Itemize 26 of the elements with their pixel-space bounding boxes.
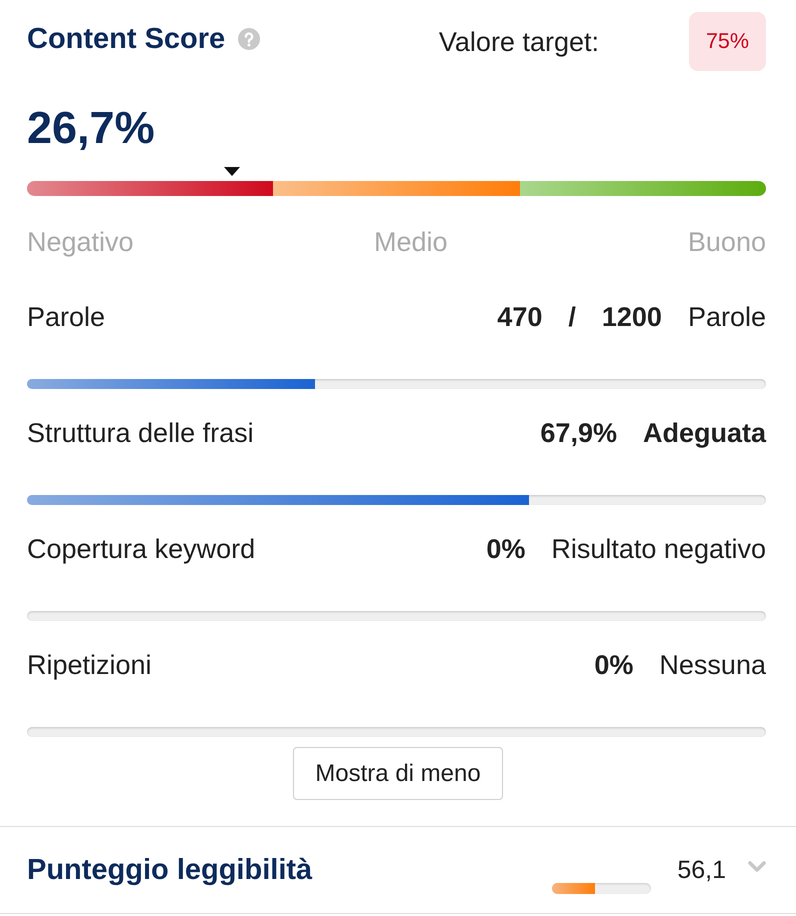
scale-label: Buono (688, 226, 766, 258)
metric-value: Nessuna (659, 649, 766, 681)
section-title: Punteggio leggibilità (27, 853, 312, 887)
metric-label: Ripetizioni (27, 649, 152, 681)
metric-value: 470 (497, 301, 542, 333)
metric-value: Adeguata (642, 417, 766, 449)
metric-value: 0% (594, 649, 634, 681)
metric-label: Copertura keyword (27, 533, 256, 565)
metric-label: Parole (27, 301, 106, 333)
score-value: 56,1 (677, 855, 726, 885)
chevron-down-icon[interactable] (748, 860, 766, 872)
show-less-button[interactable]: Mostra di meno (293, 747, 503, 800)
scale-label: Negativo (27, 226, 134, 258)
metric-value: 1200 (602, 301, 662, 333)
target-badge: 75% (689, 12, 766, 71)
metric-value: Risultato negativo (551, 533, 766, 565)
metric-value: / (568, 301, 576, 333)
metric-value: 67,9% (540, 417, 617, 449)
metric-value: Parole (688, 301, 766, 333)
help-icon[interactable] (238, 28, 260, 50)
section-title: Content Score (27, 22, 226, 56)
target-label: Valore target: (438, 26, 599, 58)
metric-value: 0% (486, 533, 526, 565)
metric-label: Struttura delle frasi (27, 417, 254, 449)
score-value: 26,7% (27, 102, 155, 154)
scale-label: Medio (374, 226, 448, 258)
